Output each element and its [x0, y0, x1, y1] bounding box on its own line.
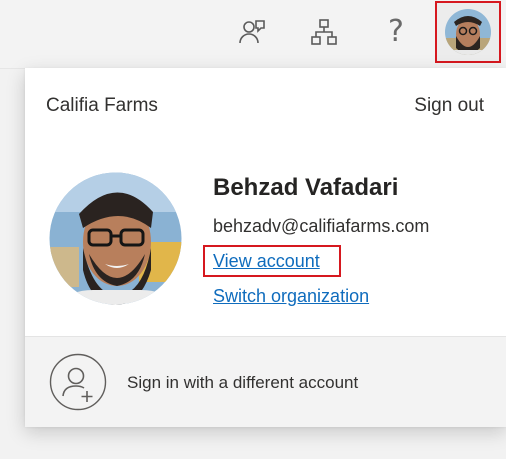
account-panel: Califia Farms Sign out Behzad Vafadari b… — [25, 68, 506, 427]
org-explorer-icon[interactable] — [308, 14, 340, 50]
other-account-row[interactable]: Sign in with a different account — [25, 336, 506, 427]
switch-organization-link[interactable]: Switch organization — [213, 286, 369, 307]
page: ? Califia Farms Sign out Behzad Vafadari… — [0, 0, 506, 459]
view-account-link[interactable]: View account — [213, 251, 320, 272]
help-glyph: ? — [388, 14, 404, 49]
add-account-icon — [49, 353, 107, 411]
sign-out-button[interactable]: Sign out — [414, 95, 484, 117]
sign-in-different-account[interactable]: Sign in with a different account — [127, 373, 358, 393]
help-icon[interactable]: ? — [380, 14, 412, 50]
top-bar: ? — [0, 0, 506, 69]
user-email: behzadv@califiafarms.com — [213, 216, 430, 236]
feedback-icon[interactable] — [236, 14, 268, 50]
avatar-small-icon — [445, 9, 491, 55]
avatar-large — [49, 172, 182, 305]
user-display-name: Behzad Vafadari — [213, 174, 399, 201]
organization-name: Califia Farms — [46, 95, 158, 116]
account-manager-button[interactable] — [435, 1, 501, 63]
